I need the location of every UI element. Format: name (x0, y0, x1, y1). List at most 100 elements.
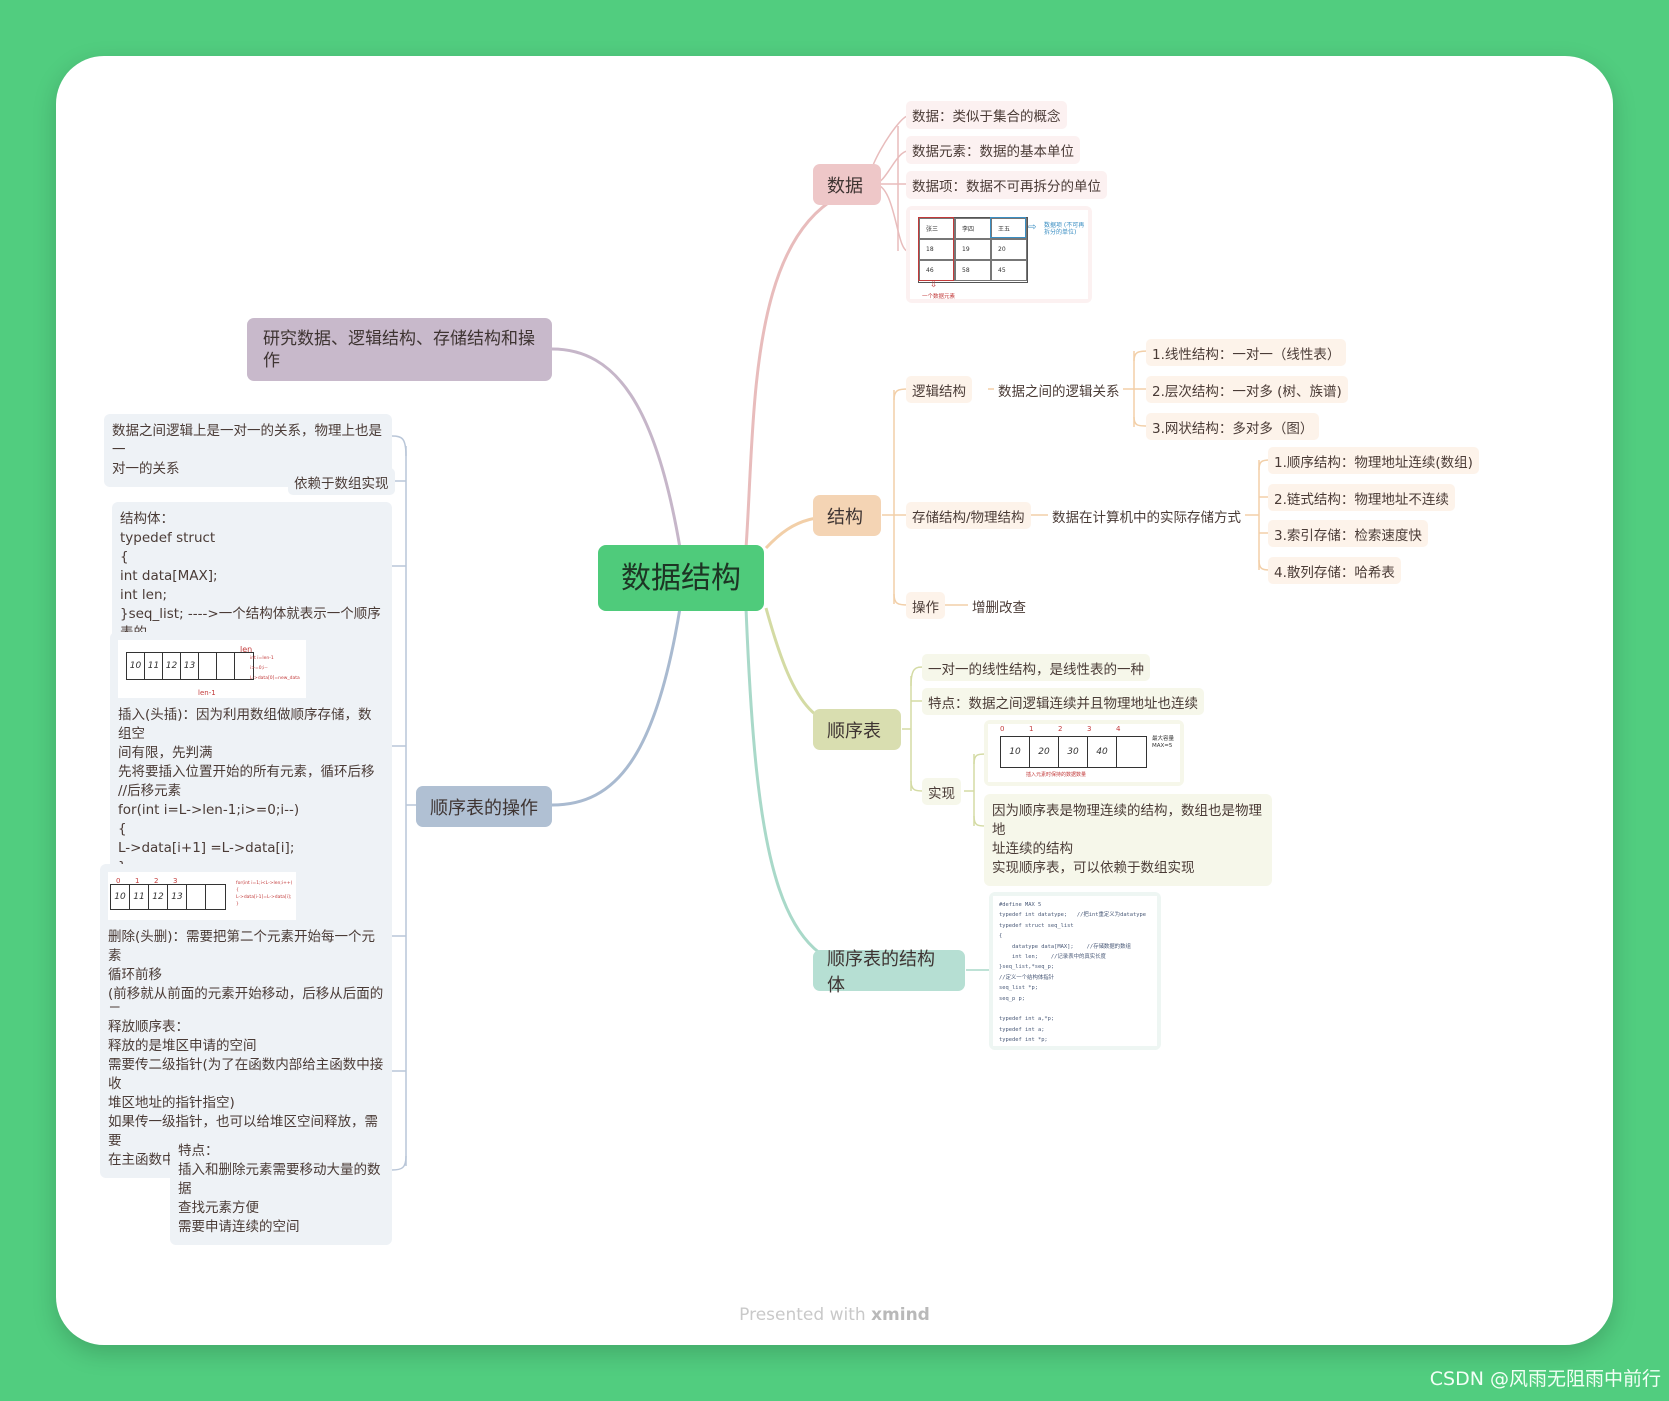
data-table-item-highlight (990, 217, 1026, 238)
topic-structure[interactable]: 结构 (813, 495, 881, 536)
ops-relationship-line: 数据之间逻辑上是一对一的关系，物理上也是一 (112, 423, 382, 458)
root-topic[interactable]: 数据结构 (598, 545, 764, 611)
array-cell: 11 (130, 885, 149, 909)
seqlist-item-2[interactable]: 特点：数据之间逻辑连续并且物理地址也连续 (922, 688, 1204, 715)
ops-struct-line: typedef struct (120, 530, 216, 546)
topic-research[interactable]: 研究数据、逻辑结构、存储结构和操作 (247, 318, 552, 381)
array-index: 0 (1000, 725, 1005, 733)
seqlist-impl[interactable]: 实现 (922, 778, 961, 805)
topic-structure-label: 结构 (827, 506, 863, 528)
data-table-figure[interactable]: 张三 李四 王五 18 19 20 46 58 45 ⇨ 数据项 (不可再拆分的单位) ⇩ 一个… (906, 206, 1092, 303)
delete-note: { (236, 888, 239, 893)
footer-credit: Presented with xmind (739, 1305, 930, 1325)
link-data (744, 182, 875, 549)
operations-desc[interactable]: 增删改查 (968, 592, 1030, 619)
delete-note: for(int i=1;i<L->len;i++) (236, 881, 293, 886)
array-cell (199, 653, 217, 679)
operations[interactable]: 操作 (906, 592, 945, 619)
features-line: 插入和删除元素需要移动大量的数据 (178, 1162, 381, 1197)
array-cell: 12 (149, 885, 168, 909)
delete-line: 循环前移 (108, 967, 162, 983)
data-item-3[interactable]: 数据项：数据不可再拆分的单位 (906, 171, 1107, 199)
storage-item-4[interactable]: 4.散列存储：哈希表 (1268, 557, 1401, 584)
seqstruct-code-figure[interactable]: #define MAX 5 typedef int datatype; //把i… (989, 892, 1161, 1050)
topic-data[interactable]: 数据 (813, 164, 881, 205)
ops-note-array[interactable]: 依赖于数组实现 (288, 468, 395, 495)
data-item-2[interactable]: 数据元素：数据的基本单位 (906, 136, 1080, 164)
seqlist-impl-text[interactable]: 因为顺序表是物理连续的结构，数组也是物理地 址连续的结构 实现顺序表，可以依赖于数组… (984, 794, 1272, 886)
insert-figure-notes: int i=len-1 i>=0;i-- L->data[0]=new_data (250, 654, 300, 684)
array-cell: 13 (181, 653, 199, 679)
topic-research-label: 研究数据、逻辑结构、存储结构和操作 (263, 328, 535, 371)
logical-structure[interactable]: 逻辑结构 (906, 376, 972, 403)
array-cell: 40 (1088, 737, 1117, 767)
features-line: 查找元素方便 (178, 1200, 259, 1216)
seqlist-array-bottom: 插入元素时保持的数据数量 (1026, 772, 1087, 778)
topic-ops[interactable]: 顺序表的操作 (416, 786, 552, 827)
logical-item-1[interactable]: 1.线性结构：一对一（线性表） (1146, 339, 1347, 366)
seqlist-impl-text-line: 实现顺序表，可以依赖于数组实现 (992, 860, 1195, 876)
array-cell: 11 (145, 653, 163, 679)
mindmap-canvas: 数据结构 数据 数据：类似于集合的概念 数据元素：数据的基本单位 数据项：数据不… (56, 56, 1613, 1345)
table-cell: 58 (955, 260, 991, 281)
logical-item-2[interactable]: 2.层次结构：一对多 (树、族谱) (1146, 376, 1348, 403)
delete-figure-notes: for(int i=1;i<L->len;i++) { L->data[i-1]=… (236, 880, 292, 908)
array-cell: 20 (1030, 737, 1059, 767)
insert-line: for(int i=L->len-1;i>=0;i--) (118, 802, 300, 818)
logical-item-3[interactable]: 3.网状结构：多对多（图） (1146, 413, 1320, 440)
array-cell: 30 (1059, 737, 1088, 767)
insert-figure: len 10 11 12 13 int i=len-1 i>=0;i-- L->data[… (118, 640, 306, 698)
array-cell: 12 (163, 653, 181, 679)
arrow-down-icon: ⇩ (930, 280, 938, 290)
seqlist-array-figure[interactable]: 0 1 2 3 4 10 20 30 40 最大容量 MAX=5 插入元素时保持的数据数量 (984, 720, 1184, 786)
seqlist-array-cells: 10 20 30 40 (1000, 736, 1147, 768)
array-cell: 10 (127, 653, 145, 679)
seqlist-array-note: 最大容量 MAX=5 (1152, 736, 1175, 749)
insert-line: //后移元素 (118, 783, 182, 799)
delete-figure: 0123 10 11 12 13 for(int i=1;i<L->len;i++){… (108, 872, 296, 920)
array-cell: 10 (111, 885, 130, 909)
insert-note: i>=0;i-- (250, 666, 268, 671)
storage-item-3[interactable]: 3.索引存储：检索速度快 (1268, 520, 1428, 547)
insert-line: { (118, 821, 127, 837)
topic-seqlist[interactable]: 顺序表 (813, 709, 901, 750)
table-cell: 45 (991, 260, 1027, 281)
topic-seqstruct-label: 顺序表的结构体 (827, 948, 935, 996)
array-cell (217, 653, 235, 679)
ops-struct-line: int len; (120, 587, 168, 603)
array-cell (1117, 737, 1146, 767)
storage-structure-desc[interactable]: 数据在计算机中的实际存储方式 (1048, 502, 1245, 529)
array-cell (206, 885, 225, 909)
seqstruct-code: #define MAX 5 typedef int datatype; //把i… (993, 896, 1157, 1046)
link-ops (551, 607, 682, 807)
insert-note: L->data[0]=new_data (250, 676, 300, 681)
array-index: 4 (1116, 725, 1121, 733)
links-ops-children (391, 435, 418, 1171)
storage-item-1[interactable]: 1.顺序结构：物理地址连续(数组) (1268, 447, 1479, 474)
storage-item-2[interactable]: 2.链式结构：物理地址不连续 (1268, 484, 1455, 511)
topic-seqstruct[interactable]: 顺序表的结构体 (813, 949, 965, 996)
array-cell: 13 (168, 885, 187, 909)
logical-structure-desc[interactable]: 数据之间的逻辑关系 (994, 376, 1124, 403)
link-seqstruct (744, 607, 875, 972)
free-line: 堆区地址的指针指空) (108, 1095, 235, 1111)
ops-note-features[interactable]: 特点： 插入和删除元素需要移动大量的数据 查找元素方便 需要申请连续的空间 (170, 1134, 392, 1245)
array-index: 3 (1087, 725, 1092, 733)
topic-ops-label: 顺序表的操作 (430, 797, 538, 819)
array-cell: 10 (1001, 737, 1030, 767)
ops-struct-line: { (120, 549, 129, 565)
arrow-right-icon: ⇨ (1028, 222, 1037, 233)
data-item-1[interactable]: 数据：类似于集合的概念 (906, 101, 1067, 129)
array-index: 1 (1029, 725, 1034, 733)
features-line: 特点： (178, 1143, 219, 1159)
insert-note: int i=len-1 (250, 656, 274, 661)
delete-line: 删除(头删)：需要把第二个元素开始每一个元素 (108, 929, 376, 964)
table-cell: 19 (955, 239, 991, 260)
insert-line: 先将要插入位置开始的所有元素，循环后移 (118, 764, 375, 780)
free-line: 释放顺序表： (108, 1019, 189, 1035)
storage-structure[interactable]: 存储结构/物理结构 (906, 502, 1031, 529)
seqlist-item-1[interactable]: 一对一的线性结构，是线性表的一种 (922, 654, 1150, 681)
delete-note: L->data[i-1]=L->data[i]; (236, 895, 292, 900)
seqlist-impl-text-line: 址连续的结构 (992, 841, 1073, 857)
ops-struct-line: int data[MAX]; (120, 568, 218, 584)
